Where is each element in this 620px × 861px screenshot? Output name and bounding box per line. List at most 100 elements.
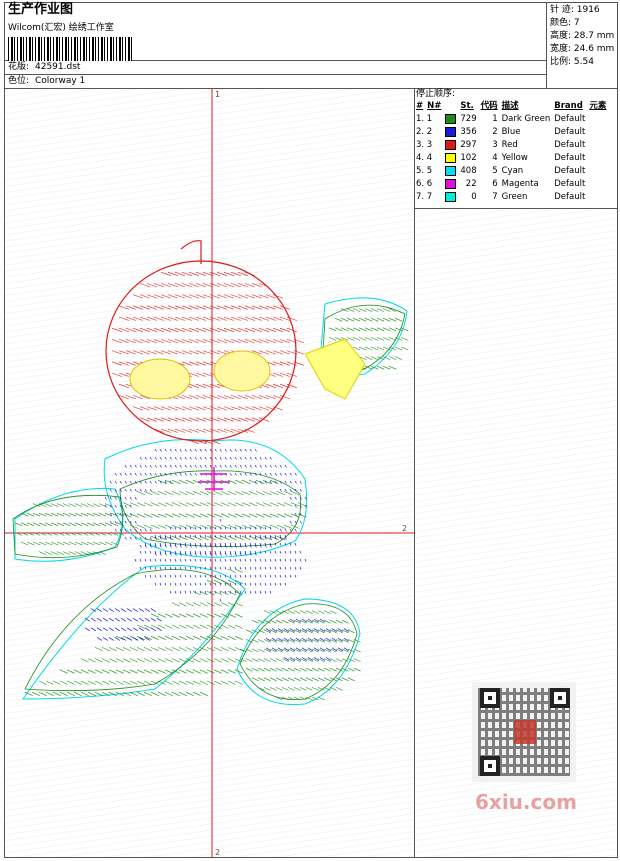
stitch-line <box>150 524 160 529</box>
table-header-row: # N# St. 代码 描述 Brand 元素 <box>414 100 608 113</box>
stitch-line <box>20 541 29 546</box>
stitch-line <box>262 479 272 484</box>
stitch-line <box>293 687 301 691</box>
stitch-line <box>241 513 251 518</box>
row-code: 1 <box>492 114 498 124</box>
stitch-line <box>299 550 302 554</box>
stitch-line <box>317 610 325 614</box>
colorway-label: 色位: <box>8 76 30 86</box>
stitch-line <box>68 541 77 546</box>
stitch-line <box>305 619 313 624</box>
stitch-line <box>263 648 271 653</box>
stitch-line <box>299 610 307 614</box>
row-brand: Default <box>554 192 586 202</box>
stitch-line <box>136 658 145 663</box>
stitch-line <box>220 602 229 607</box>
stitch-line <box>90 627 96 632</box>
stitch-line <box>124 504 127 508</box>
stitch-line <box>220 535 230 540</box>
stitch-line <box>104 496 107 500</box>
stitch-line <box>129 691 138 696</box>
stitch-line <box>149 464 152 468</box>
stitch-line <box>328 337 337 341</box>
row-swatch <box>443 191 458 204</box>
stitch-line <box>323 619 331 624</box>
row-swatch <box>443 113 458 126</box>
stitch-line <box>234 574 237 578</box>
stitch-line <box>224 526 227 530</box>
stitch-line <box>335 639 343 643</box>
stitch-line <box>26 512 35 517</box>
stitch-line <box>80 658 89 663</box>
stitch-line <box>279 582 282 586</box>
row-desc: Blue <box>501 127 521 137</box>
stitch-line <box>184 526 187 530</box>
row-swatch <box>443 152 458 165</box>
stitch-line <box>334 317 343 322</box>
stitch-line <box>334 327 343 332</box>
stitch-line <box>199 624 208 629</box>
stitch-line <box>335 687 343 691</box>
stitch-line <box>157 613 166 618</box>
stitch-line <box>119 480 122 484</box>
stitch-line <box>264 526 267 530</box>
stitch-line <box>214 534 217 538</box>
stitch-line <box>129 536 132 540</box>
stitch-line <box>136 680 145 685</box>
stitch-line <box>129 658 138 663</box>
stitch-line <box>62 503 71 507</box>
stitch-line <box>229 590 232 594</box>
stitch-line <box>219 526 222 530</box>
stitch-line <box>157 491 167 496</box>
stitch-line <box>206 669 215 674</box>
stitch-line <box>204 566 207 570</box>
stitch-line <box>263 687 271 691</box>
stitch-line <box>86 512 95 517</box>
stitch-line <box>87 669 96 674</box>
stitch-line <box>149 566 152 570</box>
stitch-line <box>150 647 159 652</box>
stitch-line <box>293 629 301 634</box>
stitch-line <box>169 448 172 452</box>
stitch-line <box>239 456 242 460</box>
stitch-line <box>244 534 247 538</box>
qr-code <box>472 682 576 782</box>
stitch-line <box>304 558 307 562</box>
stitch-line <box>294 512 297 516</box>
stitch-line <box>244 464 247 468</box>
stitch-line <box>144 574 147 578</box>
stitch-line <box>328 327 337 332</box>
stitch-line <box>169 582 172 586</box>
stitch-line <box>388 327 397 332</box>
stitch-line <box>109 496 112 500</box>
stitch-line <box>263 658 271 662</box>
stitch-line <box>249 582 252 586</box>
stitch-line <box>150 617 156 622</box>
stitch-line <box>143 658 152 663</box>
stitch-line <box>305 658 313 662</box>
stitch-line <box>45 680 54 685</box>
width-value: 宽度: 24.6 mm <box>550 44 615 54</box>
stitch-line <box>164 456 167 460</box>
stitch-line <box>144 488 147 492</box>
stitch-line <box>234 464 237 468</box>
stitch-line <box>66 669 75 674</box>
row-brand: Default <box>554 140 586 150</box>
stitch-line <box>209 448 212 452</box>
stitch-line <box>284 472 287 476</box>
stitch-line <box>171 491 181 496</box>
stitch-line <box>287 639 295 643</box>
stitch-line <box>149 536 152 540</box>
stitch-line <box>214 590 217 594</box>
stitch-line <box>169 558 172 562</box>
stitch-line <box>323 667 331 672</box>
stitch-line <box>227 669 236 674</box>
stitch-line <box>299 520 302 524</box>
stitch-line <box>358 308 367 312</box>
stitch-line <box>94 669 103 674</box>
stitch-line <box>108 637 114 641</box>
stitch-line <box>189 456 192 460</box>
stitch-line <box>279 566 282 570</box>
stitch-line <box>194 448 197 452</box>
stitch-line <box>199 669 208 674</box>
